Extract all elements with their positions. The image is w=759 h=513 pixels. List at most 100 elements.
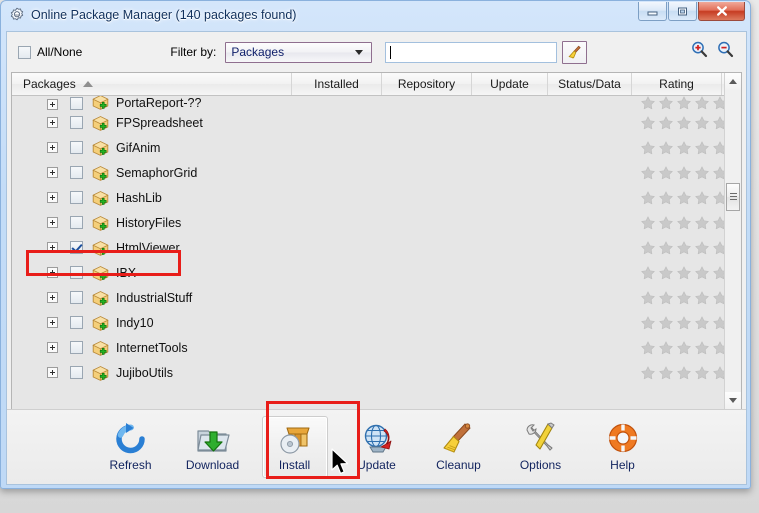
package-checkbox[interactable]	[70, 191, 83, 204]
package-checkbox[interactable]	[70, 366, 83, 379]
minimize-button[interactable]	[638, 2, 667, 21]
star-icon	[695, 215, 709, 229]
star-icon	[641, 240, 655, 254]
options-button[interactable]: Options	[508, 416, 574, 478]
text-caret	[390, 45, 392, 59]
expand-row-icon[interactable]	[47, 267, 58, 278]
expand-row-icon[interactable]	[47, 317, 58, 328]
scrollbar-thumb[interactable]	[726, 183, 740, 211]
sort-ascending-icon	[82, 81, 93, 87]
zoom-controls	[691, 41, 734, 63]
expand-row-icon[interactable]	[47, 142, 58, 153]
rating-stars[interactable]	[640, 115, 728, 130]
table-row[interactable]: JujiboUtils	[12, 360, 741, 385]
rating-stars[interactable]	[640, 140, 728, 155]
package-checkbox[interactable]	[70, 291, 83, 304]
filter-by-select[interactable]: Packages	[225, 41, 373, 63]
all-none-checkbox[interactable]: All/None	[18, 45, 82, 59]
help-button[interactable]: Help	[590, 416, 656, 478]
rating-stars[interactable]	[640, 190, 728, 205]
grid-column-header-label: Packages	[23, 77, 76, 91]
star-icon	[641, 96, 655, 110]
package-checkbox[interactable]	[70, 341, 83, 354]
table-row[interactable]: PortaReport-??	[12, 96, 741, 110]
star-icon	[677, 215, 691, 229]
rating-stars[interactable]	[640, 290, 728, 305]
expand-row-icon[interactable]	[47, 242, 58, 253]
package-checkbox[interactable]	[70, 316, 83, 329]
close-icon	[716, 6, 727, 16]
grid-column-header-status-data[interactable]: Status/Data	[548, 73, 632, 95]
package-name: PortaReport-??	[116, 96, 202, 110]
rating-stars[interactable]	[640, 240, 728, 255]
close-button[interactable]	[698, 2, 745, 21]
package-checkbox[interactable]	[70, 166, 83, 179]
cleanup-button[interactable]: Cleanup	[426, 416, 492, 478]
table-row[interactable]: HistoryFiles	[12, 210, 741, 235]
table-row[interactable]: Indy10	[12, 310, 741, 335]
expand-row-icon[interactable]	[47, 192, 58, 203]
expand-row-icon[interactable]	[47, 367, 58, 378]
refresh-button[interactable]: Refresh	[98, 416, 164, 478]
grid-column-header-update[interactable]: Update	[472, 73, 548, 95]
zoom-out-button[interactable]	[717, 41, 734, 63]
download-button[interactable]: Download	[180, 416, 246, 478]
grid-column-header-installed[interactable]: Installed	[292, 73, 382, 95]
install-icon	[279, 427, 310, 454]
zoom-in-button[interactable]	[691, 41, 708, 63]
vertical-scrollbar[interactable]	[724, 73, 741, 409]
table-row[interactable]: GifAnim	[12, 135, 741, 160]
table-row[interactable]: HashLib	[12, 185, 741, 210]
package-checkbox[interactable]	[70, 141, 83, 154]
rating-stars[interactable]	[640, 215, 728, 230]
rating-stars[interactable]	[640, 315, 728, 330]
table-row[interactable]: SemaphorGrid	[12, 160, 741, 185]
rating-stars[interactable]	[640, 96, 728, 110]
refresh-icon	[115, 423, 145, 454]
package-grid: Packages Installed Repository Update Status/…	[11, 72, 742, 409]
package-checkbox[interactable]	[70, 266, 83, 279]
table-row[interactable]: FPSpreadsheet	[12, 110, 741, 135]
expand-row-icon[interactable]	[47, 117, 58, 128]
package-checkbox[interactable]	[70, 241, 83, 254]
package-icon	[92, 215, 109, 231]
grid-column-header-packages[interactable]: Packages	[12, 73, 292, 95]
grid-column-header-repository[interactable]: Repository	[382, 73, 472, 95]
star-icon	[695, 115, 709, 129]
rating-stars[interactable]	[640, 265, 728, 280]
table-row[interactable]: HtmlViewer	[12, 235, 741, 260]
scroll-down-icon	[729, 398, 737, 403]
expand-row-icon[interactable]	[47, 167, 58, 178]
expand-row-icon[interactable]	[47, 342, 58, 353]
scroll-down-button[interactable]	[725, 392, 741, 409]
star-icon	[659, 240, 673, 254]
maximize-button[interactable]	[668, 2, 697, 21]
package-checkbox[interactable]	[70, 97, 83, 110]
rating-stars[interactable]	[640, 340, 728, 355]
rating-stars[interactable]	[640, 365, 728, 380]
install-button-label: Install	[278, 458, 311, 472]
expand-row-icon[interactable]	[47, 292, 58, 303]
scroll-up-button[interactable]	[725, 73, 741, 90]
expand-row-icon[interactable]	[47, 217, 58, 228]
install-button[interactable]: Install	[261, 416, 328, 478]
all-none-checkbox-box[interactable]	[18, 45, 31, 59]
table-row[interactable]: IBX	[12, 260, 741, 285]
package-checkbox[interactable]	[70, 216, 83, 229]
expand-row-icon[interactable]	[47, 99, 58, 110]
rating-stars[interactable]	[640, 165, 728, 180]
update-button[interactable]: Update	[344, 416, 410, 478]
grid-column-header-label: Rating	[659, 77, 694, 91]
star-icon	[641, 265, 655, 279]
grid-column-header-rating[interactable]: Rating	[632, 73, 722, 95]
search-input[interactable]	[385, 41, 558, 63]
package-name: HistoryFiles	[116, 215, 182, 230]
cleanup-button-label: Cleanup	[436, 458, 481, 472]
table-row[interactable]: IndustrialStuff	[12, 285, 741, 310]
zoom-in-icon	[692, 41, 708, 58]
clear-filter-button[interactable]	[562, 40, 588, 64]
table-row[interactable]: InternetTools	[12, 335, 741, 360]
help-button-label: Help	[610, 458, 635, 472]
package-checkbox[interactable]	[70, 116, 83, 129]
star-icon	[641, 365, 655, 379]
